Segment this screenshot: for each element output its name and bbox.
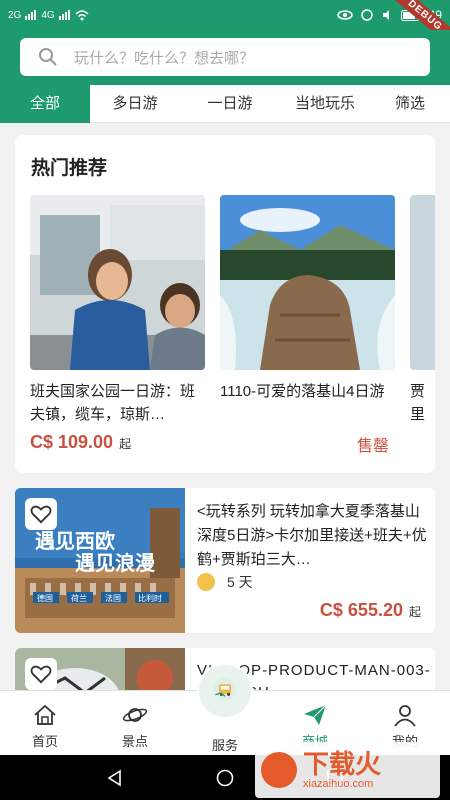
hot-item-card[interactable]: 1110-可爱的落基山4日游 售罄	[220, 195, 395, 456]
signal-icon	[58, 10, 70, 20]
status-bar: 2G 4G 49 DEBUG	[0, 0, 450, 57]
eye-icon	[336, 10, 353, 20]
header: 玩什么？吃什么？想去哪？	[0, 30, 450, 85]
alarm-icon	[360, 9, 373, 21]
tab-filter[interactable]: 筛选	[370, 85, 450, 123]
tour-photo	[30, 195, 205, 370]
country-tag: 德国	[37, 593, 53, 603]
country-tag: 法国	[105, 593, 121, 603]
heart-icon	[30, 505, 52, 524]
heart-icon	[30, 665, 52, 684]
tour-price: C$ 655.20	[319, 600, 403, 620]
tour-name: 班夫国家公园一日游：班夫镇，缆车，琼斯…	[30, 383, 196, 423]
tour-photo	[220, 195, 395, 370]
tour-price: C$ 109.00	[30, 432, 114, 452]
tab-one-day[interactable]: 一日游	[180, 85, 280, 123]
nav-attractions[interactable]: 景点	[90, 691, 180, 755]
tour-photo: 遇见西欧 遇见浪漫 德国 荷兰 法国 比利时	[15, 488, 185, 633]
tour-name: 1110-可爱的落基山4日游	[220, 383, 385, 400]
search-input[interactable]: 玩什么？吃什么？想去哪？	[20, 38, 430, 76]
download-logo-icon	[261, 752, 297, 788]
home-icon	[34, 704, 56, 725]
planet-icon	[122, 708, 148, 722]
search-placeholder: 玩什么？吃什么？想去哪？	[74, 49, 255, 67]
service-bubble	[197, 663, 253, 719]
paper-plane-icon	[304, 704, 327, 725]
hot-item-card[interactable]: 贾里	[410, 195, 435, 426]
favorite-button[interactable]	[25, 658, 57, 690]
back-icon[interactable]	[106, 769, 124, 787]
hot-recommend-section: 热门推荐 班夫国家公园一日游：班夫镇，缆车，琼斯… C$ 109.00 起 11…	[15, 135, 435, 473]
watermark-text: 下载火	[303, 749, 382, 779]
price-unit: 起	[119, 437, 132, 451]
nav-label: 景点	[121, 734, 148, 749]
duration: 5 天	[197, 572, 253, 592]
tour-name: 贾里	[410, 383, 426, 423]
signal-2g-label: 2G	[8, 9, 22, 21]
wifi-icon	[75, 10, 89, 21]
sold-out-badge: 售罄	[356, 438, 389, 455]
nav-home[interactable]: 首页	[0, 691, 90, 755]
watermark-logo: 下载火 xiazaihuo.com	[255, 742, 440, 798]
clock-icon	[197, 573, 215, 591]
signal-icon	[25, 10, 37, 20]
price-unit: 起	[408, 605, 421, 619]
section-title: 热门推荐	[31, 158, 108, 179]
country-tag: 荷兰	[71, 593, 87, 603]
image-caption: 遇见西欧	[35, 529, 115, 553]
tab-multi-day[interactable]: 多日游	[90, 85, 180, 123]
country-tag: 比利时	[138, 593, 162, 603]
user-icon	[394, 705, 416, 727]
watermark-subtext: xiazaihuo.com	[303, 778, 374, 790]
nav-label: 首页	[31, 734, 58, 749]
category-tabs: 全部 多日游 一日游 当地玩乐 筛选	[0, 84, 450, 123]
bus-icon	[213, 677, 237, 701]
favorite-button[interactable]	[25, 498, 57, 530]
tour-list-item[interactable]: 遇见西欧 遇见浪漫 德国 荷兰 法国 比利时 <玩转系列 玩转加拿大夏季落基山深…	[15, 488, 435, 633]
tab-local-fun[interactable]: 当地玩乐	[280, 85, 370, 123]
duration-value: 5 天	[227, 574, 253, 590]
image-caption: 遇见浪漫	[75, 551, 156, 575]
hot-item-card[interactable]: 班夫国家公园一日游：班夫镇，缆车，琼斯… C$ 109.00 起	[30, 195, 205, 453]
search-icon	[39, 48, 57, 66]
signal-4g-label: 4G	[41, 9, 55, 21]
tour-photo	[410, 195, 435, 370]
home-circle-icon[interactable]	[216, 769, 234, 787]
tab-all[interactable]: 全部	[0, 84, 90, 123]
mute-icon	[382, 10, 389, 20]
tour-name: <玩转系列 玩转加拿大夏季落基山深度5日游>卡尔加里接送+班夫+优鹤+贾斯珀三大…	[197, 503, 427, 568]
